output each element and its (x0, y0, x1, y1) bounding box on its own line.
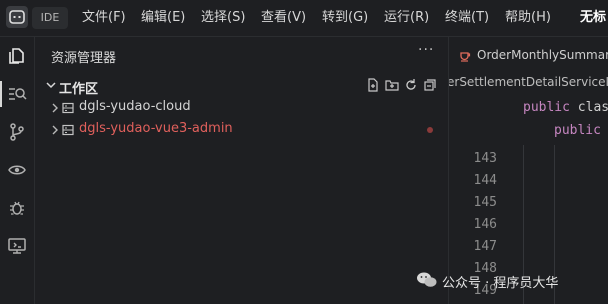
tab-label: OrderMonthlySummary (477, 48, 608, 62)
app-logo-icon[interactable] (6, 6, 28, 28)
menu-selection[interactable]: 选择(S) (201, 0, 245, 36)
repository-icon (62, 124, 74, 136)
menu-help[interactable]: 帮助(H) (505, 0, 551, 36)
chevron-down-icon (46, 82, 56, 89)
debug-icon[interactable] (6, 197, 28, 219)
chevron-right-icon (52, 103, 58, 113)
new-file-icon[interactable] (366, 78, 380, 92)
collapse-all-icon[interactable] (423, 78, 437, 92)
line-number: 147 (473, 239, 497, 254)
breadcrumb[interactable]: erSettlementDetailServiceIm (449, 73, 608, 91)
wechat-icon (417, 272, 437, 287)
source-control-icon[interactable] (6, 121, 28, 143)
active-indicator (0, 81, 2, 107)
java-file-icon (460, 52, 471, 62)
tree-item-label: dgls-yudao-cloud (79, 99, 191, 114)
remote-explorer-icon[interactable] (6, 235, 28, 257)
editor-tab[interactable]: OrderMonthlySummary (449, 37, 608, 73)
tree-item-label: dgls-yudao-vue3-admin (79, 121, 233, 136)
menu-go[interactable]: 转到(G) (322, 0, 368, 36)
line-number: 144 (473, 173, 497, 188)
code-line[interactable]: public clas (523, 100, 608, 115)
search-icon[interactable] (6, 83, 28, 105)
new-folder-icon[interactable] (385, 78, 399, 92)
eye-icon[interactable] (6, 159, 28, 181)
explorer-icon[interactable] (6, 45, 28, 67)
keyword-token: public (523, 100, 570, 115)
menu-view[interactable]: 查看(V) (261, 0, 306, 36)
chevron-right-icon (52, 125, 58, 135)
menu-terminal[interactable]: 终端(T) (445, 0, 489, 36)
tree-item-dgls-yudao-cloud[interactable]: dgls-yudao-cloud (35, 97, 448, 119)
refresh-icon[interactable] (404, 78, 418, 92)
more-actions-button[interactable]: ··· (418, 42, 434, 58)
menu-run[interactable]: 运行(R) (384, 0, 429, 36)
line-number: 143 (473, 151, 497, 166)
explorer-title: 资源管理器 (51, 51, 117, 66)
workspace-section-header[interactable]: 工作区 (35, 75, 448, 97)
line-number: 146 (473, 217, 497, 232)
workspace-label: 工作区 (59, 82, 99, 97)
explorer-panel: 资源管理器 ··· 工作区 dgls-yudao-cloud dgls-yuda… (35, 37, 448, 304)
window-title: 无标 (580, 10, 607, 25)
code-line[interactable]: public (554, 123, 601, 138)
line-number: 145 (473, 195, 497, 210)
tree-item-dgls-yudao-vue3-admin[interactable]: dgls-yudao-vue3-admin (35, 119, 448, 141)
title-bar: IDE 文件(F) 编辑(E) 选择(S) 查看(V) 转到(G) 运行(R) … (0, 0, 608, 37)
activity-bar (0, 37, 35, 304)
modified-indicator (427, 127, 433, 133)
ide-label: IDE (32, 7, 68, 29)
editor-area: OrderMonthlySummary erSettlementDetailSe… (448, 37, 608, 304)
watermark-text: 公众号 · 程序员大华 (442, 276, 559, 291)
keyword-token: public (554, 123, 601, 138)
menu-file[interactable]: 文件(F) (82, 0, 126, 36)
repository-icon (62, 102, 74, 114)
code-token: clas (577, 100, 608, 115)
menu-edit[interactable]: 编辑(E) (141, 0, 185, 36)
